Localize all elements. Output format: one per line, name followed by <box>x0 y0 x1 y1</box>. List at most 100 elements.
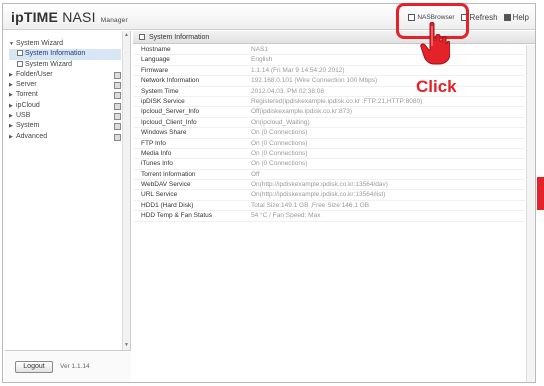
nas-manager-window: ipTIME NASI Manager NASBrowser Refresh H… <box>2 3 536 383</box>
sidebar-item-usb[interactable]: ▶ USB <box>9 111 121 121</box>
row-value: Total Size:149.1 GB ,Free Size:146.1 GB <box>251 201 370 209</box>
sidebar-item-system-information[interactable]: System Information <box>9 49 121 60</box>
row-label: ipDISK Service <box>141 97 185 105</box>
row-label: Windows Share <box>141 129 187 137</box>
row-value: 54 °C / Fan Speed: Max <box>251 212 321 220</box>
row-value: Off(ipdiskexample.ipdisk.co.kr:873) <box>251 108 353 116</box>
row-label: WebDAV Service <box>141 181 191 189</box>
sidebar-tree: ▼ System Wizard System Information System… <box>9 39 121 142</box>
triangle-right-icon: ▶ <box>9 82 13 89</box>
sidebar-item-system-wizard[interactable]: System Wizard <box>9 60 121 70</box>
logo-brand: ipTIME <box>11 9 59 25</box>
sidebar-item-ipcloud[interactable]: ▶ ipCloud <box>9 101 121 111</box>
main-scrollbar[interactable] <box>526 45 535 382</box>
header-links: NASBrowser Refresh Help <box>408 13 529 22</box>
system-icon <box>114 123 121 131</box>
usb-icon <box>114 113 121 121</box>
triangle-right-icon: ▶ <box>9 113 13 120</box>
row-value: English <box>251 56 273 64</box>
sidebar-item-advanced[interactable]: ▶ Advanced <box>9 132 121 142</box>
table-row: HDD Temp & Fan Status 54 °C / Fan Speed: … <box>133 211 525 222</box>
table-row: Media Info On (0 Connections) <box>133 149 525 160</box>
sidebar-item-label: Torrent <box>16 91 38 99</box>
table-row: FTP Info On (0 Connections) <box>133 139 525 149</box>
row-label: Firmware <box>141 66 169 74</box>
table-row: Hostname NAS1 <box>133 45 525 56</box>
table-row: iTunes Info On (0 Connections) <box>133 159 525 170</box>
click-label: Click <box>416 77 457 96</box>
sidebar-item-server[interactable]: ▶ Server <box>9 80 121 90</box>
row-label: HDD1 (Hard Disk) <box>141 201 194 209</box>
row-label: Media Info <box>141 149 172 157</box>
triangle-down-icon: ▼ <box>9 41 14 47</box>
table-row: Ipcloud_Client_Info On(ipcloud_Waiting) <box>133 118 525 129</box>
sidebar-item-label: Server <box>16 81 37 89</box>
row-label: iTunes Info <box>141 160 173 168</box>
sidebar-item-label: Advanced <box>16 132 48 140</box>
logo-roman: I <box>91 9 96 25</box>
scroll-up-icon[interactable]: ▲ <box>124 33 129 38</box>
row-value: Off <box>251 170 260 178</box>
row-label: HDD Temp & Fan Status <box>141 212 213 220</box>
triangle-right-icon: ▶ <box>9 71 13 78</box>
sidebar-item-system-wizard-group[interactable]: ▼ System Wizard <box>9 39 121 49</box>
help-link[interactable]: Help <box>503 13 529 22</box>
triangle-right-icon: ▶ <box>9 102 13 109</box>
sidebar-item-label: System Wizard <box>16 40 64 47</box>
sidebar-footer: Logout Ver 1.1.14 <box>5 350 131 382</box>
row-label: System Time <box>141 87 179 95</box>
info-table: Hostname NAS1 Language English Firmware 1.1.1… <box>133 45 525 222</box>
table-row: WebDAV Service On(http://ipdiskexample.ip… <box>133 180 525 191</box>
version-label: Ver 1.1.14 <box>60 363 90 370</box>
row-value: On (0 Connections) <box>251 139 308 147</box>
table-row: System Time 2012.04.03. PM 02:38:08 <box>133 87 525 97</box>
panel-title-bar: System Information <box>133 31 535 44</box>
row-label: Torrent Information <box>141 170 196 178</box>
row-label: Ipcloud_Client_Info <box>141 118 197 126</box>
ipcloud-icon <box>114 102 121 110</box>
nas-browser-icon <box>408 14 416 21</box>
row-value: On(ipcloud_Waiting) <box>251 118 310 126</box>
sidebar: ▼ System Wizard System Information System… <box>5 31 131 350</box>
header-bar: ipTIME NASI Manager NASBrowser Refresh H… <box>3 4 535 30</box>
logo-nas: NAS <box>62 9 92 25</box>
sidebar-item-label: System Information <box>25 50 86 58</box>
sidebar-item-label: ipCloud <box>16 101 40 109</box>
sidebar-item-label: USB <box>16 112 31 120</box>
main-panel: System Information Hostname NAS1 Language E… <box>133 31 535 382</box>
scroll-down-icon[interactable]: ▼ <box>124 343 129 348</box>
refresh-link[interactable]: Refresh <box>460 13 498 22</box>
row-label: Ipcloud_Server_Info <box>141 108 200 116</box>
sidebar-scrollbar[interactable]: ▲ ▼ <box>122 31 130 350</box>
page-icon <box>17 50 23 57</box>
triangle-right-icon: ▶ <box>9 123 13 130</box>
refresh-label: Refresh <box>469 13 498 22</box>
row-value: On (0 Connections) <box>251 129 308 137</box>
row-label: Language <box>141 56 170 64</box>
refresh-icon <box>460 14 468 21</box>
red-side-tab <box>537 177 544 210</box>
pointing-hand-icon <box>420 22 450 65</box>
row-value: 192.168.0.101 (Wire Connection 100 Mbps) <box>251 77 378 85</box>
sidebar-item-label: System <box>16 122 40 130</box>
sidebar-item-torrent[interactable]: ▶ Torrent <box>9 90 121 100</box>
sidebar-item-folder-user[interactable]: ▶ Folder/User <box>9 70 121 80</box>
row-value: 1.1.14 (Fri Mar 9 14:54:20 2012) <box>251 66 345 74</box>
folder-user-icon <box>114 71 121 79</box>
nas-browser-link[interactable]: NASBrowser <box>408 14 455 21</box>
row-value: On(http://ipdiskexample.ipdisk.co.kr:135… <box>251 191 386 199</box>
row-value: 2012.04.03. PM 02:38:08 <box>251 87 325 95</box>
sidebar-item-system[interactable]: ▶ System <box>9 121 121 131</box>
row-value: On (0 Connections) <box>251 149 308 157</box>
table-row: ipDISK Service Registered(ipdiskexample.i… <box>133 97 525 108</box>
triangle-right-icon: ▶ <box>9 133 13 140</box>
help-label: Help <box>512 13 529 22</box>
logout-button[interactable]: Logout <box>15 361 53 373</box>
table-row: Windows Share On (0 Connections) <box>133 128 525 139</box>
sidebar-item-label: Folder/User <box>16 70 53 78</box>
sidebar-item-label: System Wizard <box>25 60 73 68</box>
help-icon <box>503 14 511 21</box>
advanced-icon <box>114 133 121 141</box>
page-icon <box>17 60 23 67</box>
row-value: On (0 Connections) <box>251 160 308 168</box>
